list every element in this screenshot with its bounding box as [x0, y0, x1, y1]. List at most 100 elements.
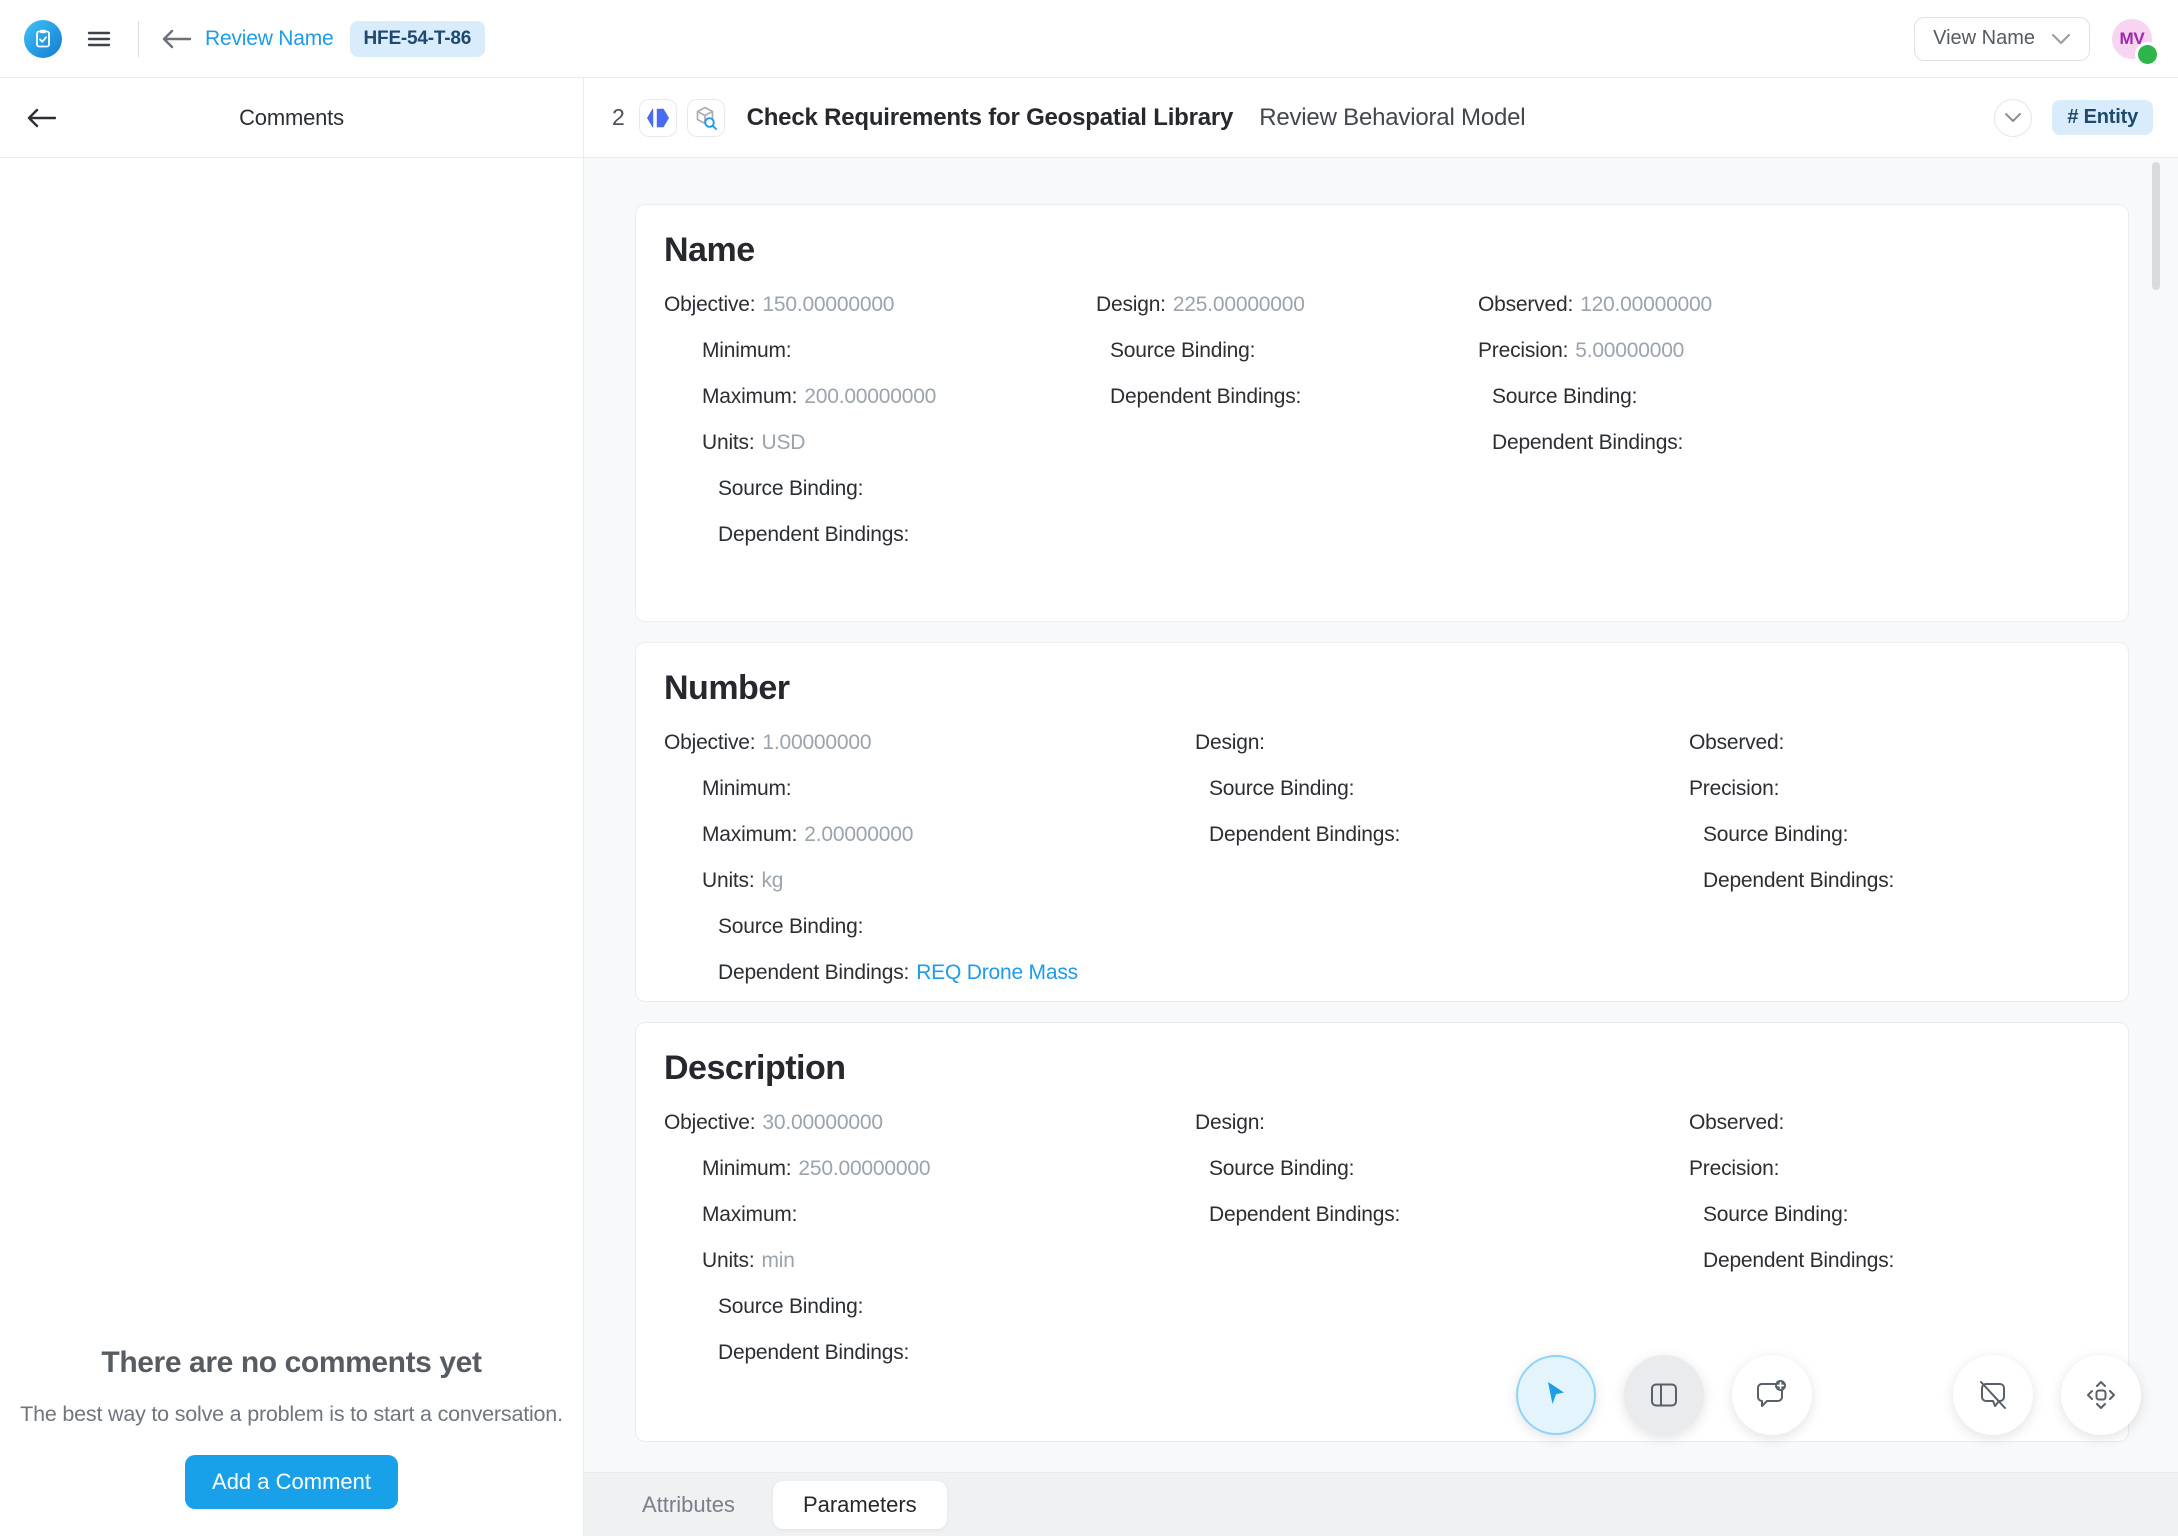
- field-value: 5.00000000: [1575, 339, 1684, 362]
- review-id-badge: HFE-54-T-86: [350, 21, 486, 57]
- empty-state-subtitle: The best way to solve a problem is to st…: [20, 1402, 563, 1427]
- main-panel: 2 Check Requirements for Geospatial Libr…: [584, 78, 2178, 1536]
- split-panel-icon: [1649, 1381, 1679, 1409]
- select-tool-button[interactable]: [1516, 1355, 1596, 1435]
- comments-hidden-icon: [1977, 1379, 2009, 1411]
- field-label: Dependent Bindings:: [718, 523, 909, 546]
- field-label: Precision:: [1689, 777, 1779, 800]
- field-label: Source Binding:: [1492, 385, 1637, 408]
- field-value: kg: [761, 869, 783, 892]
- scrollbar-thumb[interactable]: [2152, 162, 2160, 290]
- parameter-card: Description Objective:30.00000000 Minimum:…: [635, 1022, 2129, 1442]
- card-column: Objective:30.00000000Minimum:250.0000000…: [664, 1110, 1195, 1386]
- field-label: Source Binding:: [1110, 339, 1255, 362]
- document-subtitle: Review Behavioral Model: [1259, 104, 1525, 132]
- review-name-link[interactable]: Review Name: [205, 27, 334, 51]
- comments-header: Comments: [0, 78, 583, 158]
- field-row: Minimum:: [664, 776, 1195, 802]
- comments-sidebar: Comments There are no comments yet The b…: [0, 78, 584, 1536]
- field-row: Objective:30.00000000: [664, 1110, 1195, 1136]
- field-label: Minimum:: [702, 1157, 791, 1180]
- field-label: Dependent Bindings:: [1703, 1249, 1894, 1272]
- field-row: Maximum:: [664, 1202, 1195, 1228]
- card-column: Observed: Precision: Source Binding: Depend…: [1689, 1110, 2100, 1386]
- split-panel-button[interactable]: [1624, 1355, 1704, 1435]
- field-label: Dependent Bindings:: [1703, 869, 1894, 892]
- model-search-button[interactable]: [687, 99, 725, 137]
- field-row: Units:kg: [664, 868, 1195, 894]
- field-label: Source Binding:: [718, 477, 863, 500]
- field-row: Observed:120.00000000: [1478, 292, 2100, 318]
- card-column: Design: Source Binding: Dependent Bindings…: [1195, 1110, 1689, 1386]
- document-header: 2 Check Requirements for Geospatial Libr…: [584, 78, 2178, 158]
- tab-attributes[interactable]: Attributes: [612, 1481, 765, 1529]
- comment-add-icon: [1755, 1379, 1789, 1411]
- field-value: 225.00000000: [1173, 293, 1305, 316]
- collapse-chevron-button[interactable]: [1994, 99, 2032, 137]
- card-column: Objective:1.00000000Minimum:Maximum:2.00…: [664, 730, 1195, 1002]
- view-name-label: View Name: [1933, 27, 2035, 50]
- app-logo-icon[interactable]: [24, 20, 62, 58]
- field-row: Dependent Bindings:: [1195, 1202, 1689, 1228]
- pan-move-button[interactable]: [2061, 1355, 2141, 1435]
- avatar-initials: MV: [2119, 29, 2144, 49]
- bottom-tab-bar: Attributes Parameters: [584, 1472, 2178, 1536]
- parameter-card: Name Objective:150.00000000 Minimum: Maximu…: [635, 204, 2129, 622]
- back-arrow-icon[interactable]: [161, 28, 191, 50]
- parameter-card: NumberObjective:1.00000000Minimum:Maximu…: [635, 642, 2129, 1002]
- card-title: Name: [664, 231, 2100, 270]
- field-value: 150.00000000: [762, 293, 894, 316]
- cards: NameObjective:150.00000000Minimum:Maximu…: [584, 158, 2178, 1472]
- field-row: Dependent Bindings:: [1096, 384, 1478, 410]
- tab-parameters[interactable]: Parameters: [773, 1481, 947, 1529]
- field-row: Source Binding:: [1195, 1156, 1689, 1182]
- field-label: Observed:: [1689, 731, 1784, 754]
- field-label: Objective:: [664, 1111, 755, 1134]
- field-row: Observed:: [1689, 730, 2100, 756]
- field-label: Design:: [1195, 1111, 1265, 1134]
- field-row: Dependent Bindings:: [1195, 822, 1689, 848]
- field-label: Dependent Bindings:: [718, 961, 909, 984]
- binding-link[interactable]: REQ Drone Mass: [916, 961, 1078, 984]
- chevron-down-icon: [2051, 33, 2071, 45]
- field-row: Minimum:: [664, 338, 1096, 364]
- field-label: Dependent Bindings:: [1209, 1203, 1400, 1226]
- entity-badge: # Entity: [2052, 100, 2153, 135]
- field-value: USD: [761, 431, 805, 454]
- card-column: Design: Source Binding: Dependent Bindings…: [1195, 730, 1689, 1002]
- add-comment-tool-button[interactable]: [1732, 1355, 1812, 1435]
- field-row: Maximum:200.00000000: [664, 384, 1096, 410]
- card-columns: Objective:30.00000000Minimum:250.0000000…: [664, 1110, 2100, 1386]
- card-column: Objective:150.00000000 Minimum: Maximum:20…: [664, 292, 1096, 568]
- field-row: Objective:150.00000000: [664, 292, 1096, 318]
- field-row: Source Binding:: [1689, 822, 2100, 848]
- field-row: Design:: [1195, 730, 1689, 756]
- field-label: Observed:: [1689, 1111, 1784, 1134]
- field-label: Minimum:: [702, 777, 791, 800]
- view-name-dropdown[interactable]: View Name: [1914, 17, 2090, 61]
- add-comment-button[interactable]: Add a Comment: [185, 1455, 398, 1509]
- card-title: Description: [664, 1049, 2100, 1088]
- field-row: Precision:: [1689, 1156, 2100, 1182]
- hide-comments-button[interactable]: [1953, 1355, 2033, 1435]
- field-label: Source Binding:: [1703, 1203, 1848, 1226]
- field-value: min: [761, 1249, 794, 1272]
- hamburger-menu-icon[interactable]: [82, 22, 116, 56]
- field-label: Source Binding:: [1209, 777, 1354, 800]
- field-row: Dependent Bindings:: [1689, 868, 2100, 894]
- field-label: Maximum:: [702, 385, 797, 408]
- field-row: Design: 225.00000000: [1096, 292, 1478, 318]
- field-label: Design:: [1096, 293, 1166, 316]
- avatar[interactable]: MV: [2112, 19, 2152, 59]
- card-columns: Objective:150.00000000 Minimum: Maximum:20…: [664, 292, 2100, 568]
- document-title: Check Requirements for Geospatial Librar…: [747, 104, 1234, 132]
- field-label: Dependent Bindings:: [1209, 823, 1400, 846]
- field-row: Source Binding:: [1478, 384, 2100, 410]
- field-label: Maximum:: [702, 1203, 797, 1226]
- comments-title: Comments: [0, 105, 583, 131]
- field-label: Source Binding:: [1703, 823, 1848, 846]
- field-row: Dependent Bindings: REQ Drone Mass: [664, 960, 1195, 986]
- field-row: Precision:5.00000000: [1478, 338, 2100, 364]
- hexagon-model-button[interactable]: [639, 99, 677, 137]
- field-label: Maximum:: [702, 823, 797, 846]
